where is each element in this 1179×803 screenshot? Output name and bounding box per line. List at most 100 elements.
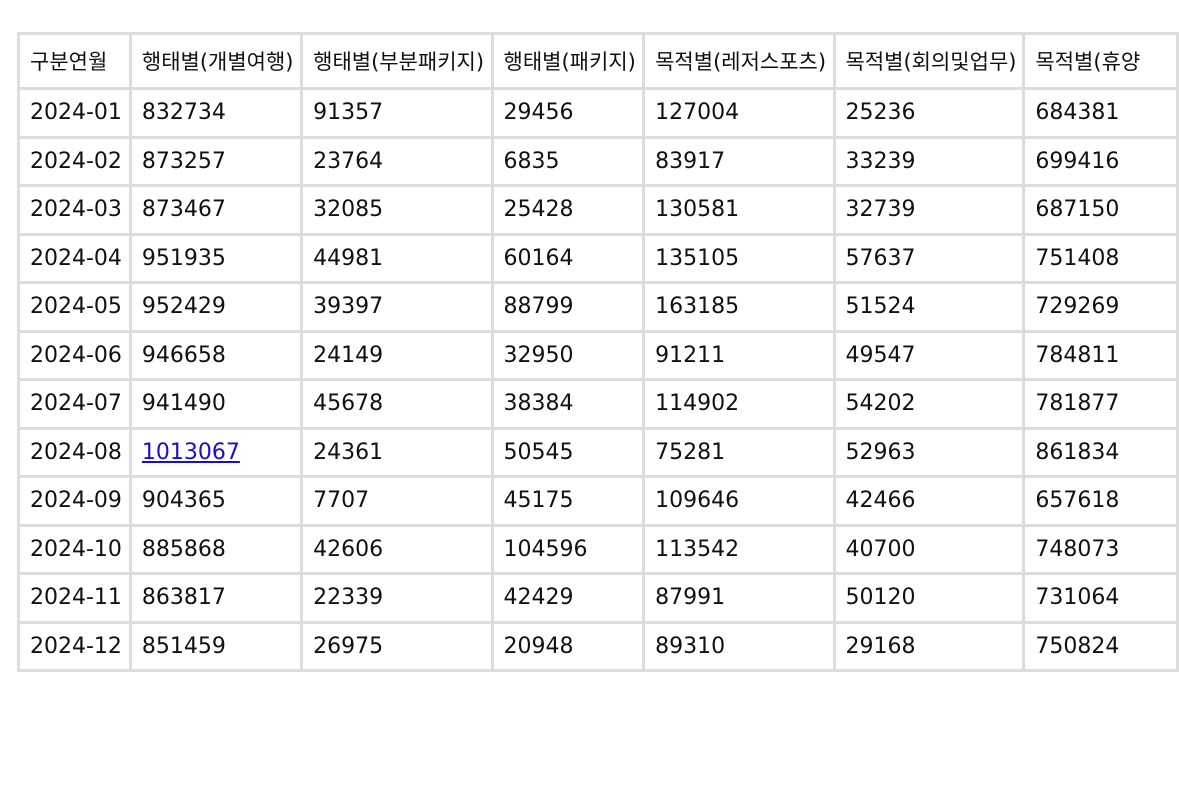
- table-cell: 40700: [832, 523, 1026, 575]
- table-cell: 885868: [128, 523, 304, 575]
- row-date-cell: 2024-10: [17, 523, 132, 575]
- column-header: 목적별(휴양: [1022, 32, 1179, 90]
- row-date-cell: 2024-03: [17, 184, 132, 236]
- table-cell: 114902: [642, 378, 836, 430]
- table-cell: 904365: [128, 475, 304, 527]
- column-header: 행태별(패키지): [490, 32, 646, 90]
- table-cell: 20948: [490, 620, 646, 672]
- row-date-cell: 2024-11: [17, 572, 132, 624]
- table-cell: 26975: [300, 620, 494, 672]
- table-cell: 729269: [1022, 281, 1179, 333]
- column-header: 행태별(개별여행): [128, 32, 304, 90]
- row-date-cell: 2024-01: [17, 87, 132, 139]
- table-cell: 952429: [128, 281, 304, 333]
- table-row: 2024-05 952429 39397 88799 163185 51524 729269: [17, 281, 1179, 333]
- row-date-cell: 2024-12: [17, 620, 132, 672]
- table-cell: 29168: [832, 620, 1026, 672]
- table-cell: 23764: [300, 135, 494, 187]
- row-date-cell: 2024-09: [17, 475, 132, 527]
- table-row: 2024-04 951935 44981 60164 135105 57637 751408: [17, 232, 1179, 284]
- table-cell: 751408: [1022, 232, 1179, 284]
- table-cell: 687150: [1022, 184, 1179, 236]
- table-cell: 104596: [490, 523, 646, 575]
- table-cell: 50545: [490, 426, 646, 478]
- table-cell: 50120: [832, 572, 1026, 624]
- column-header: 목적별(레저스포츠): [642, 32, 836, 90]
- table-cell: 25236: [832, 87, 1026, 139]
- table-cell: 87991: [642, 572, 836, 624]
- data-table: 구분연월 행태별(개별여행) 행태별(부분패키지) 행태별(패키지) 목적별(레…: [17, 32, 1179, 672]
- table-cell: 699416: [1022, 135, 1179, 187]
- table-cell: 6835: [490, 135, 646, 187]
- table-cell: 38384: [490, 378, 646, 430]
- table-cell: 750824: [1022, 620, 1179, 672]
- table-cell: 22339: [300, 572, 494, 624]
- table-cell: 45175: [490, 475, 646, 527]
- column-header: 목적별(회의및업무): [832, 32, 1026, 90]
- table-cell: 832734: [128, 87, 304, 139]
- table-cell: 32085: [300, 184, 494, 236]
- table-viewport: 구분연월 행태별(개별여행) 행태별(부분패키지) 행태별(패키지) 목적별(레…: [0, 0, 1179, 803]
- table-header-row: 구분연월 행태별(개별여행) 행태별(부분패키지) 행태별(패키지) 목적별(레…: [17, 32, 1179, 90]
- table-cell: 32739: [832, 184, 1026, 236]
- table-cell: 781877: [1022, 378, 1179, 430]
- table-body: 2024-01 832734 91357 29456 127004 25236 684381…: [17, 87, 1179, 672]
- table-cell: 60164: [490, 232, 646, 284]
- table-cell: 163185: [642, 281, 836, 333]
- column-header: 행태별(부분패키지): [300, 32, 494, 90]
- table-cell: 57637: [832, 232, 1026, 284]
- table-cell: 113542: [642, 523, 836, 575]
- table-row: 2024-09 904365 7707 45175 109646 42466 657618: [17, 475, 1179, 527]
- table-cell: 941490: [128, 378, 304, 430]
- row-date-cell: 2024-02: [17, 135, 132, 187]
- table-cell: 89310: [642, 620, 836, 672]
- table-cell: 42606: [300, 523, 494, 575]
- table-row: 2024-07 941490 45678 38384 114902 54202 781877: [17, 378, 1179, 430]
- table-cell: 130581: [642, 184, 836, 236]
- table-row: 2024-08 1013067 24361 50545 75281 52963 861834: [17, 426, 1179, 478]
- table-cell: 49547: [832, 329, 1026, 381]
- table-cell: 51524: [832, 281, 1026, 333]
- table-row: 2024-02 873257 23764 6835 83917 33239 699416: [17, 135, 1179, 187]
- table-cell: 24149: [300, 329, 494, 381]
- row-date-cell: 2024-06: [17, 329, 132, 381]
- cell-link[interactable]: 1013067: [142, 440, 240, 465]
- table-cell: 784811: [1022, 329, 1179, 381]
- row-date-cell: 2024-08: [17, 426, 132, 478]
- table-cell: 135105: [642, 232, 836, 284]
- table-cell: 29456: [490, 87, 646, 139]
- table-cell: 39397: [300, 281, 494, 333]
- table-cell: 127004: [642, 87, 836, 139]
- table-cell: 45678: [300, 378, 494, 430]
- table-row: 2024-11 863817 22339 42429 87991 50120 731064: [17, 572, 1179, 624]
- table-cell: 951935: [128, 232, 304, 284]
- table-cell: 42429: [490, 572, 646, 624]
- table-cell: 873467: [128, 184, 304, 236]
- table-cell: 109646: [642, 475, 836, 527]
- table-cell: 7707: [300, 475, 494, 527]
- table-cell: 32950: [490, 329, 646, 381]
- row-date-cell: 2024-07: [17, 378, 132, 430]
- table-row: 2024-06 946658 24149 32950 91211 49547 784811: [17, 329, 1179, 381]
- table-row: 2024-10 885868 42606 104596 113542 40700 74807…: [17, 523, 1179, 575]
- row-date-cell: 2024-04: [17, 232, 132, 284]
- table-cell: 851459: [128, 620, 304, 672]
- table-cell: 42466: [832, 475, 1026, 527]
- table-cell: 83917: [642, 135, 836, 187]
- table-cell: 33239: [832, 135, 1026, 187]
- table-row: 2024-01 832734 91357 29456 127004 25236 684381: [17, 87, 1179, 139]
- table-cell: 88799: [490, 281, 646, 333]
- table-cell: 91357: [300, 87, 494, 139]
- table-cell: 684381: [1022, 87, 1179, 139]
- table-cell: 52963: [832, 426, 1026, 478]
- table-cell: 731064: [1022, 572, 1179, 624]
- table-cell: 25428: [490, 184, 646, 236]
- table-row: 2024-03 873467 32085 25428 130581 32739 687150: [17, 184, 1179, 236]
- table-cell: 1013067: [128, 426, 304, 478]
- table-cell: 748073: [1022, 523, 1179, 575]
- table-row: 2024-12 851459 26975 20948 89310 29168 750824: [17, 620, 1179, 672]
- table-cell: 91211: [642, 329, 836, 381]
- table-cell: 657618: [1022, 475, 1179, 527]
- table-cell: 946658: [128, 329, 304, 381]
- table-cell: 873257: [128, 135, 304, 187]
